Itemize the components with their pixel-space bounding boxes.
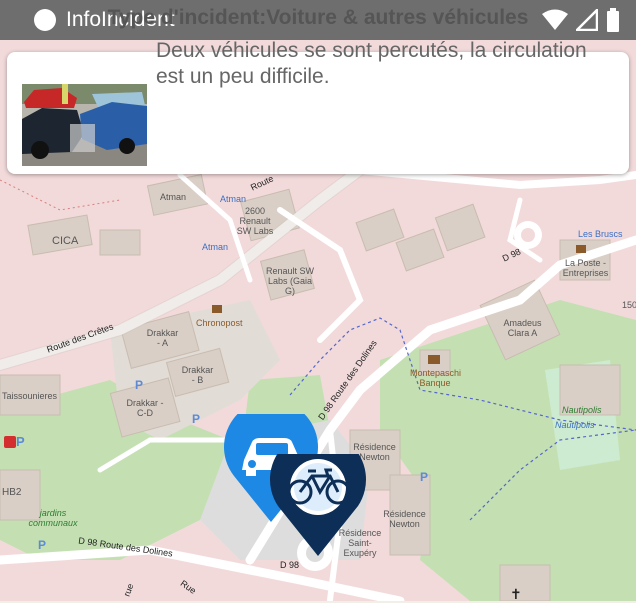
parking-icon: P xyxy=(192,412,201,426)
map-label: Renault SW Labs (Gaia G) xyxy=(265,266,315,296)
map-label: Montepaschi Banque xyxy=(410,368,462,388)
map-label: Drakkar - A xyxy=(146,328,179,348)
building xyxy=(499,564,551,601)
map-label: Nautipolis xyxy=(555,420,595,430)
church-icon: ✝ xyxy=(510,586,522,602)
post-office-icon xyxy=(576,245,586,253)
map-label: 150 xyxy=(622,300,636,310)
map-label: Drakkar - C-D xyxy=(126,398,164,418)
bank-icon xyxy=(428,355,440,364)
road-label: D 98 xyxy=(280,560,300,570)
bicycle-marker-icon[interactable] xyxy=(268,454,368,558)
map-label: CICA xyxy=(52,235,79,247)
parking-icon: P xyxy=(135,378,144,392)
post-office-icon xyxy=(212,305,222,313)
parking-icon: P xyxy=(420,470,429,484)
incident-photo xyxy=(22,84,147,166)
map-label: Nautipolis xyxy=(562,405,602,415)
map-label: Atman xyxy=(220,194,247,204)
parking-icon: P xyxy=(38,538,47,552)
incident-description: Deux véhicules se sont percutés, la circ… xyxy=(156,39,587,88)
map-label: Atman xyxy=(202,242,229,252)
map-label: Taissounieres xyxy=(2,391,58,401)
map-label: jardins communaux xyxy=(28,508,78,528)
map-label: Atman xyxy=(160,192,187,202)
map-label: La Poste - Entreprises xyxy=(562,258,609,278)
map-label: Résidence Newton xyxy=(383,509,426,529)
map-label: Chronopost xyxy=(196,318,243,328)
parking-icon: P xyxy=(16,434,25,449)
map-label: HB2 xyxy=(2,487,22,498)
map-label: 2600 Renault SW Labs xyxy=(236,206,274,236)
building xyxy=(99,229,141,256)
map-label: Les Bruscs xyxy=(578,229,623,239)
map-label: Amadeus Clara A xyxy=(503,318,542,338)
hospital-icon xyxy=(4,436,16,448)
incident-type-title: Type d'incident:Voiture & autres véhicul… xyxy=(107,6,529,29)
map-label: Drakkar - B xyxy=(181,365,214,385)
